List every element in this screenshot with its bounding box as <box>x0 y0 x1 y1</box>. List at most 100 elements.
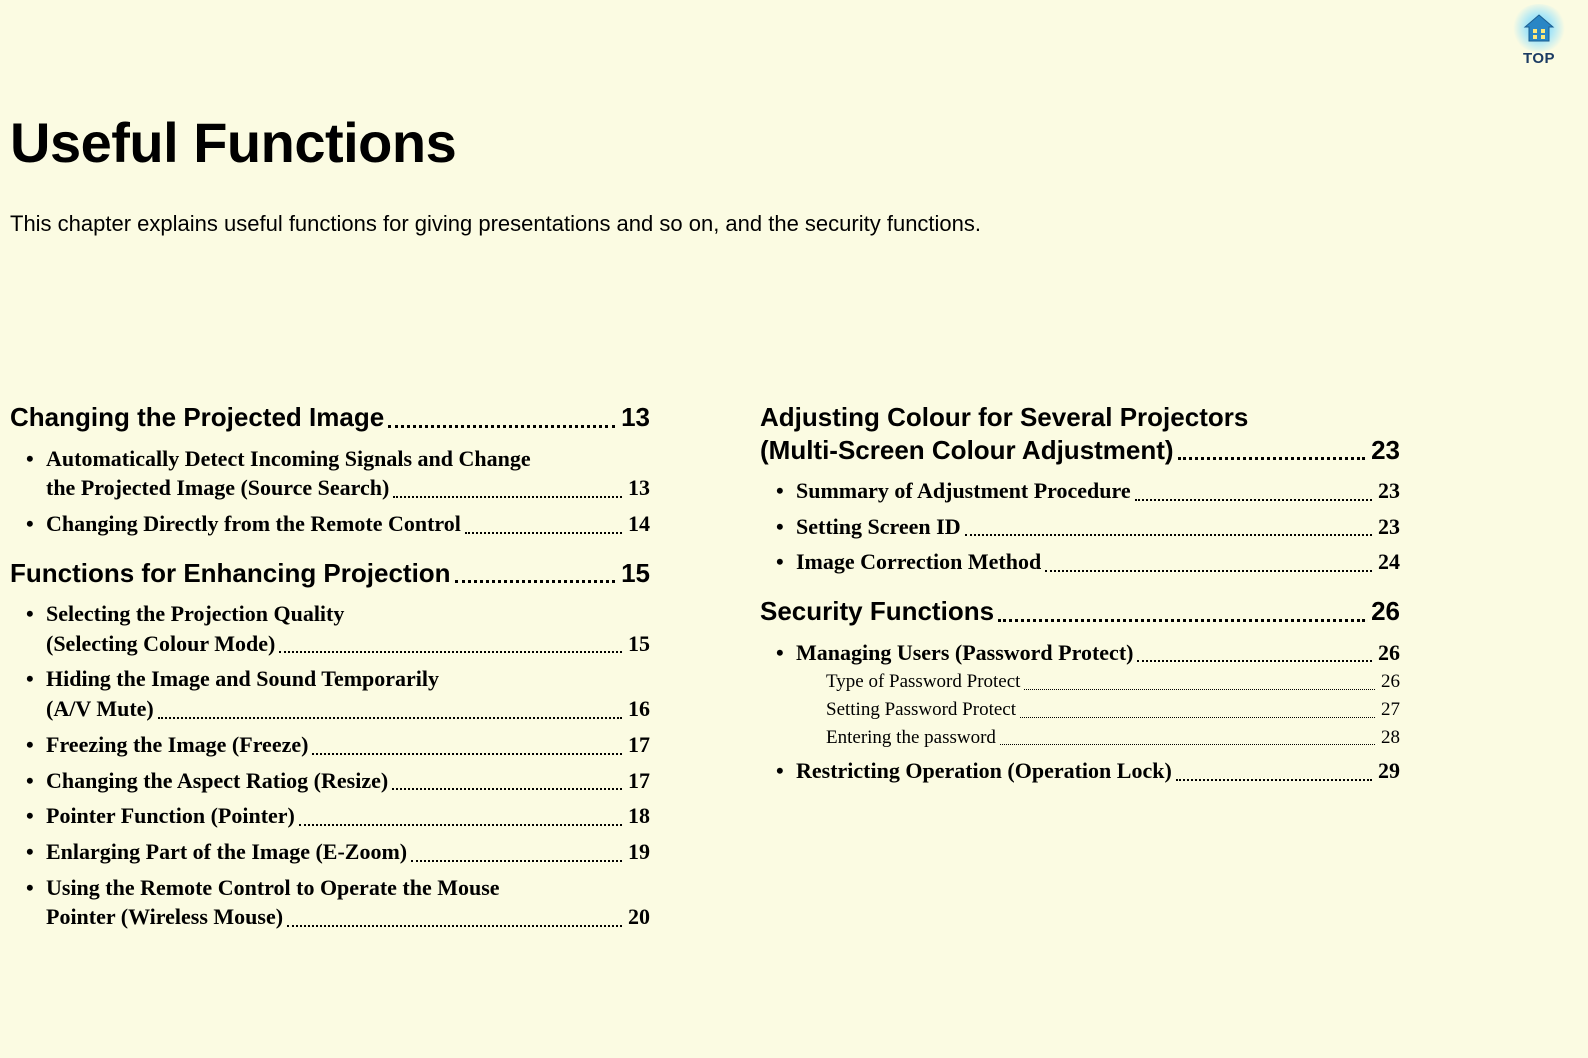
toc-item[interactable]: •Summary of Adjustment Procedure23 <box>760 476 1400 506</box>
toc-section-label: Functions for Enhancing Projection <box>10 557 451 590</box>
intro-text: This chapter explains useful functions f… <box>10 211 1538 237</box>
toc-section-heading[interactable]: Changing the Projected Image 13 <box>10 401 650 434</box>
bullet-icon: • <box>10 837 46 867</box>
toc-item-label: Image Correction Method <box>796 547 1041 577</box>
toc-subitem[interactable]: Entering the password 28 <box>826 725 1400 751</box>
toc-item-list: •Summary of Adjustment Procedure23 •Sett… <box>760 476 1400 577</box>
toc-section-label: Changing the Projected Image <box>10 401 384 434</box>
toc-subitem[interactable]: Type of Password Protect 26 <box>826 669 1400 695</box>
toc-item[interactable]: •Selecting the Projection Quality (Selec… <box>10 599 650 658</box>
bullet-icon: • <box>10 801 46 831</box>
toc-item-list: •Automatically Detect Incoming Signals a… <box>10 444 650 539</box>
dot-leader <box>965 534 1372 536</box>
bullet-icon: • <box>10 509 46 539</box>
toc-item-label: Freezing the Image (Freeze) <box>46 730 308 760</box>
toc-item[interactable]: •Setting Screen ID23 <box>760 512 1400 542</box>
dot-leader <box>1020 717 1375 718</box>
toc-item-label: Using the Remote Control to Operate the … <box>46 873 500 903</box>
toc-item-page: 26 <box>1378 638 1400 668</box>
toc-item[interactable]: •Changing Directly from the Remote Contr… <box>10 509 650 539</box>
toc-item-label: Enlarging Part of the Image (E-Zoom) <box>46 837 407 867</box>
bullet-icon: • <box>760 756 796 786</box>
dot-leader <box>1024 689 1375 690</box>
toc-item-page: 18 <box>628 801 650 831</box>
toc-subitem-page: 26 <box>1381 669 1400 695</box>
dot-leader <box>279 651 622 653</box>
toc-subitem-page: 28 <box>1381 725 1400 751</box>
bullet-icon: • <box>760 547 796 577</box>
top-link[interactable]: TOP <box>1504 4 1574 67</box>
bullet-icon: • <box>10 873 46 903</box>
toc-section-heading[interactable]: Security Functions 26 <box>760 595 1400 628</box>
toc-right-column: Adjusting Colour for Several Projectors … <box>760 397 1400 950</box>
toc-item-label: the Projected Image (Source Search) <box>46 473 389 503</box>
toc-section-page: 26 <box>1371 595 1400 628</box>
toc-item[interactable]: •Automatically Detect Incoming Signals a… <box>10 444 650 503</box>
toc-item-label: Managing Users (Password Protect) <box>796 638 1133 668</box>
toc-item[interactable]: •Using the Remote Control to Operate the… <box>10 873 650 932</box>
toc-item[interactable]: •Enlarging Part of the Image (E-Zoom) 19 <box>10 837 650 867</box>
toc-section-page: 13 <box>621 401 650 434</box>
toc-item-page: 16 <box>628 694 650 724</box>
top-link-label: TOP <box>1504 50 1574 67</box>
dot-leader <box>455 580 616 583</box>
page-title: Useful Functions <box>10 110 1538 175</box>
document-page: TOP Useful Functions This chapter explai… <box>0 0 1588 1058</box>
toc-item-page: 23 <box>1378 512 1400 542</box>
dot-leader <box>287 925 622 927</box>
bullet-icon: • <box>760 512 796 542</box>
toc-section-label: Security Functions <box>760 595 994 628</box>
toc-item-label: Summary of Adjustment Procedure <box>796 476 1131 506</box>
dot-leader <box>1135 499 1372 501</box>
toc-item-label: Pointer (Wireless Mouse) <box>46 902 283 932</box>
toc-subitem-label: Type of Password Protect <box>826 669 1020 695</box>
dot-leader <box>299 824 622 826</box>
toc-item-page: 17 <box>628 730 650 760</box>
dot-leader <box>1000 744 1375 745</box>
toc-item-label: Changing the Aspect Ratiog (Resize) <box>46 766 388 796</box>
toc-subitem-page: 27 <box>1381 697 1400 723</box>
toc-item[interactable]: •Freezing the Image (Freeze)17 <box>10 730 650 760</box>
dot-leader <box>1045 570 1372 572</box>
toc-section-page: 23 <box>1371 434 1400 467</box>
toc-item[interactable]: •Hiding the Image and Sound Temporarily … <box>10 664 650 723</box>
dot-leader <box>1137 660 1372 662</box>
toc-item-list: •Managing Users (Password Protect)26 Typ… <box>760 638 1400 786</box>
toc-item-label: Hiding the Image and Sound Temporarily <box>46 664 439 694</box>
toc-item-page: 29 <box>1378 756 1400 786</box>
toc-item[interactable]: •Managing Users (Password Protect) 26 Typ… <box>760 638 1400 751</box>
home-icon <box>1511 4 1567 52</box>
dot-leader <box>411 860 622 862</box>
toc-item-page: 23 <box>1378 476 1400 506</box>
toc-subitem-label: Setting Password Protect <box>826 697 1016 723</box>
toc-item-label: Selecting the Projection Quality <box>46 599 344 629</box>
toc-left-column: Changing the Projected Image 13 •Automat… <box>10 397 650 950</box>
toc-item-label: (A/V Mute) <box>46 694 154 724</box>
toc-item-page: 24 <box>1378 547 1400 577</box>
toc-item-page: 17 <box>628 766 650 796</box>
toc-item-page: 20 <box>628 902 650 932</box>
dot-leader <box>158 717 622 719</box>
toc-section-heading[interactable]: Functions for Enhancing Projection 15 <box>10 557 650 590</box>
dot-leader <box>1176 779 1372 781</box>
bullet-icon: • <box>760 638 796 668</box>
toc-item[interactable]: •Pointer Function (Pointer) 18 <box>10 801 650 831</box>
toc-item-list: • Selecting the Projection Quality (Selec… <box>10 599 650 932</box>
toc-item[interactable]: •Changing the Aspect Ratiog (Resize) 17 <box>10 766 650 796</box>
toc-subitem-label: Entering the password <box>826 725 996 751</box>
toc-section-heading[interactable]: Adjusting Colour for Several Projectors … <box>760 401 1400 466</box>
dot-leader <box>393 496 622 498</box>
toc-item-label: (Selecting Colour Mode) <box>46 629 275 659</box>
toc-section-page: 15 <box>621 557 650 590</box>
toc-section-label: Adjusting Colour for Several Projectors <box>760 402 1248 432</box>
toc-item-label: Pointer Function (Pointer) <box>46 801 295 831</box>
bullet-icon: • <box>10 766 46 796</box>
bullet-icon: • <box>10 664 46 694</box>
toc-item[interactable]: •Restricting Operation (Operation Lock)2… <box>760 756 1400 786</box>
toc-item-page: 13 <box>628 473 650 503</box>
toc-section-label: (Multi-Screen Colour Adjustment) <box>760 434 1174 467</box>
toc-item[interactable]: •Image Correction Method 24 <box>760 547 1400 577</box>
toc-item-page: 19 <box>628 837 650 867</box>
toc-subitem[interactable]: Setting Password Protect 27 <box>826 697 1400 723</box>
toc-item-label: Changing Directly from the Remote Contro… <box>46 509 461 539</box>
